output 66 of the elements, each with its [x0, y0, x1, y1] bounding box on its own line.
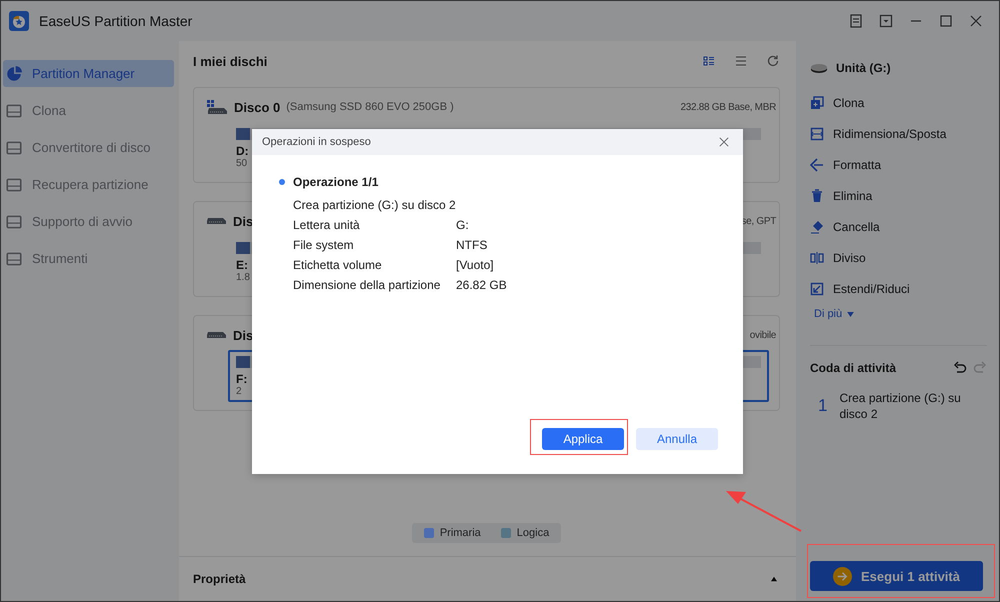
close-icon[interactable] — [969, 14, 983, 28]
partition-size: 1.8 — [236, 272, 250, 283]
trash-icon — [810, 188, 824, 202]
partition-letter: D: — [236, 144, 249, 158]
grid-view-icon[interactable] — [702, 54, 716, 68]
collapse-icon[interactable] — [770, 576, 778, 582]
cancel-button[interactable]: Annulla — [636, 428, 718, 450]
partition-letter: F: — [236, 372, 248, 386]
field-label: File system — [293, 238, 355, 252]
execute-button[interactable]: Esegui 1 attività — [810, 561, 983, 591]
partition-size: 50 — [236, 158, 248, 169]
windows-disk-icon — [206, 99, 228, 115]
field-label: Etichetta volume — [293, 258, 383, 272]
disk-name: Dis — [233, 214, 254, 228]
window-title: EaseUS Partition Master — [39, 13, 192, 29]
drive-icon — [810, 62, 828, 74]
action-item[interactable]: Formatta — [810, 149, 987, 180]
queue-number: 1 — [818, 396, 828, 416]
field-value: 26.82 GB — [456, 278, 507, 292]
refresh-icon[interactable] — [766, 54, 780, 68]
disk-info: 232.88 GB Base, MBR — [680, 102, 776, 112]
field-value: NTFS — [456, 238, 488, 252]
dialog-title: Operazioni in sospeso — [262, 136, 371, 148]
disk-name: Disco 0 — [234, 100, 280, 114]
dropdown-icon[interactable] — [879, 14, 893, 28]
partition-letter: E: — [236, 258, 248, 272]
extend-icon — [810, 282, 824, 296]
resize-icon — [810, 126, 824, 140]
field-label: Dimensione della partizione — [293, 278, 442, 292]
disk-name: Dis — [233, 328, 254, 342]
disk-model: (Samsung SSD 860 EVO 250GB ) — [286, 101, 454, 113]
list-view-icon[interactable] — [734, 54, 748, 68]
bullet-icon — [279, 179, 285, 185]
partition-size: 2 — [236, 386, 242, 397]
copy-icon — [810, 96, 824, 110]
action-item[interactable]: Estendi/Riduci — [810, 273, 987, 304]
operation-description: Crea partizione (G:) su disco 2 — [293, 197, 456, 214]
pie-chart-icon — [5, 64, 23, 82]
section-title: I miei dischi — [193, 54, 268, 68]
field-value: [Vuoto] — [456, 258, 494, 272]
format-icon — [810, 158, 824, 172]
queue-item[interactable]: Crea partizione (G:) su disco 2 — [839, 390, 980, 422]
legend-label: Primaria — [440, 527, 481, 539]
more-link[interactable]: Di più — [814, 308, 854, 320]
properties-bar[interactable]: Proprietà — [179, 556, 796, 601]
caret-icon — [847, 312, 854, 316]
apply-button[interactable]: Applica — [542, 428, 624, 450]
eraser-icon — [810, 220, 824, 234]
notes-icon[interactable] — [849, 14, 863, 28]
app-logo-icon — [9, 11, 29, 31]
action-item[interactable]: Cancella — [810, 211, 987, 242]
action-item[interactable]: Elimina — [810, 180, 987, 211]
action-item[interactable]: Clona — [810, 87, 987, 118]
action-item[interactable]: Diviso — [810, 242, 987, 273]
queue-title: Coda di attività — [810, 361, 898, 375]
disk-info: ovibile — [750, 330, 776, 340]
split-icon — [810, 250, 824, 264]
field-label: Lettera unità — [293, 218, 361, 232]
close-icon[interactable] — [719, 137, 729, 147]
properties-title: Proprietà — [193, 572, 246, 586]
drive-name: Unità (G:) — [836, 61, 891, 75]
undo-icon[interactable] — [953, 361, 967, 375]
maximize-icon[interactable] — [939, 14, 953, 28]
field-value: G: — [456, 218, 469, 232]
action-item[interactable]: Ridimensiona/Sposta — [810, 118, 987, 149]
legend-label: Logica — [516, 527, 550, 539]
